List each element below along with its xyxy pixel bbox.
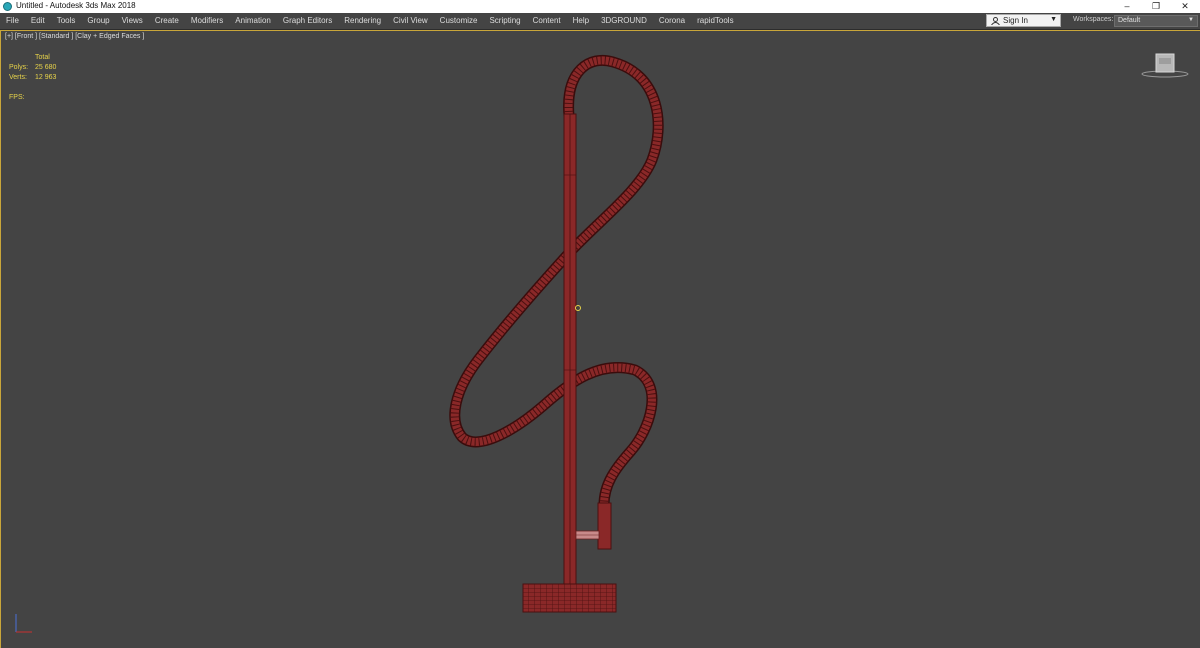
lamp-pole[interactable] bbox=[563, 113, 577, 587]
lamp-base[interactable] bbox=[522, 583, 617, 613]
lamp-head[interactable] bbox=[597, 502, 612, 550]
lamp-hose[interactable] bbox=[449, 55, 664, 511]
axis-gizmo-icon bbox=[15, 614, 32, 633]
scene-model[interactable] bbox=[0, 0, 1200, 648]
